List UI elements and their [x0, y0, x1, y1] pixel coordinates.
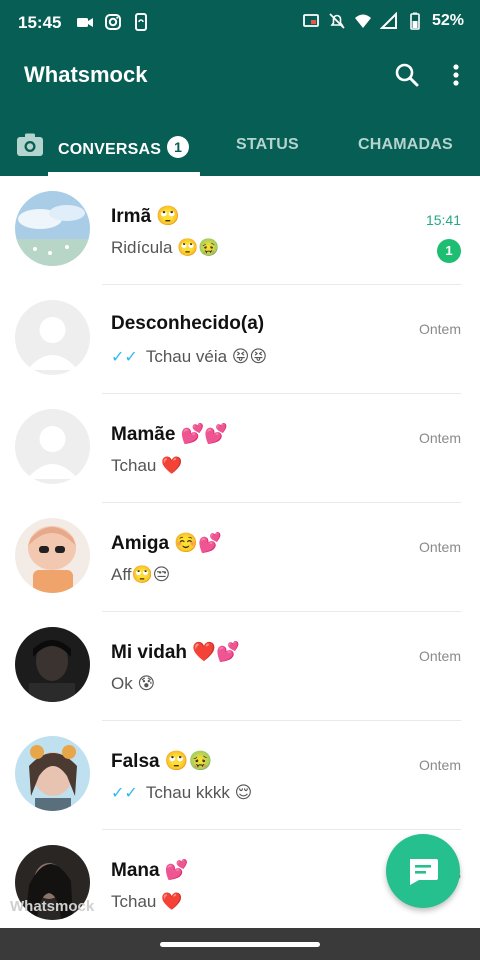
chat-name: Falsa 🙄🤢 — [111, 751, 213, 772]
phone-sync-icon — [135, 13, 147, 31]
default-avatar-icon — [15, 409, 90, 484]
tab-status[interactable]: STATUS — [236, 136, 299, 154]
chat-row[interactable]: Mi vidah ❤️💕 Ontem Ok 😰 — [0, 612, 480, 721]
app-actions — [394, 62, 460, 88]
chat-list: Irmã 🙄 15:41 Ridícula 🙄🤢 1 Desconhecido(… — [0, 176, 480, 928]
chat-preview: Aff🙄😒 — [111, 565, 170, 585]
avatar[interactable] — [15, 518, 90, 593]
status-time: 15:45 — [18, 13, 62, 32]
chat-row[interactable]: Irmã 🙄 15:41 Ridícula 🙄🤢 1 — [0, 176, 480, 285]
chat-time: Ontem — [418, 539, 461, 555]
chat-row[interactable]: Desconhecido(a) Ontem ✓✓ Tchau véia 😝😝 — [0, 285, 480, 394]
chat-row[interactable]: Falsa 🙄🤢 Ontem ✓✓ Tchau kkkk 😌 — [0, 721, 480, 830]
unread-count-badge: 1 — [437, 239, 461, 263]
app-bar: Whatsmock CONVERSAS 1 STATUS CHAMADAS — [0, 48, 480, 176]
chat-name: Mana 💕 — [111, 860, 189, 881]
video-camera-icon — [77, 18, 93, 27]
tab-chamadas[interactable]: CHAMADAS — [358, 136, 453, 154]
avatar[interactable] — [15, 191, 90, 266]
chat-time: Ontem — [418, 321, 461, 337]
chat-preview: ✓✓ Tchau véia 😝😝 — [111, 347, 267, 367]
message-icon — [410, 859, 438, 885]
avatar[interactable] — [15, 409, 90, 484]
chat-name: Mamãe 💕💕 — [111, 424, 229, 445]
chat-preview: Ok 😰 — [111, 674, 155, 694]
chat-preview-text: Tchau ❤️ — [111, 456, 183, 475]
more-options-icon[interactable] — [452, 62, 460, 88]
chat-preview: Tchau ❤️ — [111, 892, 182, 912]
cast-icon — [303, 14, 319, 27]
read-ticks-icon: ✓✓ — [111, 349, 138, 366]
chat-preview-text: Ok 😰 — [111, 674, 156, 693]
status-bar: 15:45 52% — [0, 0, 480, 48]
chat-preview-text: Aff🙄😒 — [111, 565, 171, 584]
chat-preview-text: Tchau véia 😝😝 — [145, 347, 268, 366]
mute-bell-icon — [329, 13, 345, 29]
chat-preview: ✓✓ Tchau kkkk 😌 — [111, 783, 252, 803]
system-nav-bar — [0, 928, 480, 960]
home-gesture-bar[interactable] — [160, 942, 320, 947]
status-right-icons: 52% — [302, 12, 464, 30]
chat-time: Ontem — [418, 430, 461, 446]
tab-conversas-label: CONVERSAS — [58, 141, 162, 158]
avatar[interactable] — [15, 736, 90, 811]
watermark: Whatsmock — [10, 898, 95, 915]
status-notification-icons — [76, 13, 150, 31]
tab-unread-badge: 1 — [167, 136, 190, 158]
chat-name: Irmã 🙄 — [111, 206, 181, 227]
avatar[interactable] — [15, 300, 90, 375]
new-chat-button[interactable] — [386, 834, 460, 908]
signal-icon — [379, 12, 397, 29]
battery-icon — [410, 12, 420, 30]
read-ticks-icon: ✓✓ — [111, 785, 138, 802]
chat-time: Ontem — [418, 757, 461, 773]
tab-conversas[interactable]: CONVERSAS 1 — [58, 136, 190, 159]
chat-preview-text: Tchau kkkk 😌 — [145, 783, 253, 802]
chat-row[interactable]: Mamãe 💕💕 Ontem Tchau ❤️ — [0, 394, 480, 503]
instagram-icon — [105, 14, 121, 30]
chat-preview: Tchau ❤️ — [111, 456, 182, 476]
battery-level: 52% — [431, 12, 464, 29]
wifi-icon — [354, 14, 371, 28]
app-title: Whatsmock — [24, 62, 148, 87]
chat-time: Ontem — [418, 648, 461, 664]
search-icon[interactable] — [394, 62, 420, 88]
chat-row[interactable]: Amiga ☺️💕 Ontem Aff🙄😒 — [0, 503, 480, 612]
chat-name: Desconhecido(a) — [111, 313, 265, 334]
chat-preview-text: Tchau ❤️ — [111, 892, 183, 911]
tab-bar: CONVERSAS 1 STATUS CHAMADAS — [0, 124, 480, 176]
chat-name: Amiga ☺️💕 — [111, 533, 222, 554]
avatar[interactable] — [15, 627, 90, 702]
chat-preview: Ridícula 🙄🤢 — [111, 238, 219, 258]
chat-time: 15:41 — [425, 212, 461, 228]
default-avatar-icon — [15, 300, 90, 375]
camera-icon[interactable] — [16, 132, 44, 158]
chat-preview-text: Ridícula 🙄🤢 — [111, 238, 220, 257]
chat-name: Mi vidah ❤️💕 — [111, 642, 240, 663]
